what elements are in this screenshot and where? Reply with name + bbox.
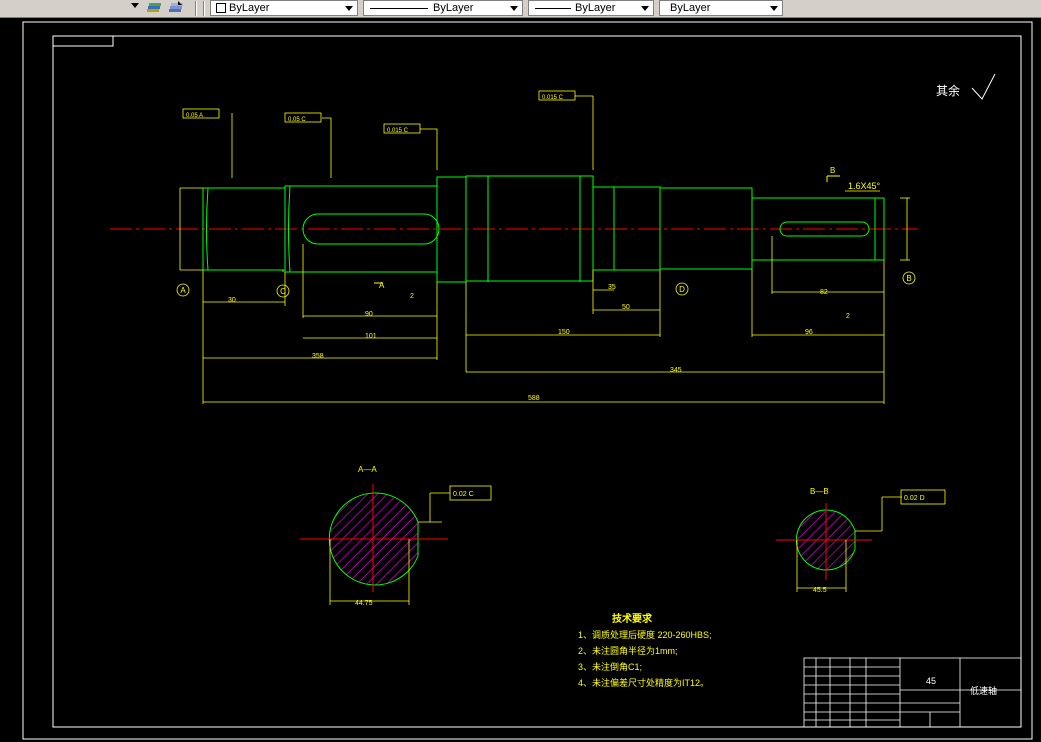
chevron-down-icon[interactable] [770, 6, 778, 11]
dim-text: 345 [670, 367, 682, 374]
toolbar-separator [203, 1, 205, 16]
datum-label: C [280, 287, 286, 296]
chevron-down-icon[interactable] [641, 6, 649, 11]
sheet-border [22, 21, 1033, 740]
dim-text: 588 [528, 395, 540, 402]
tech-req-item: 1、调质处理后硬度 220-260HBS; [578, 629, 712, 640]
datum-label: A [180, 286, 186, 295]
tech-req-item: 3、未注倒角C1; [578, 661, 642, 672]
dim-text: 2 [410, 293, 414, 300]
color-swatch-icon [216, 3, 226, 13]
corner-tag-box [52, 35, 114, 47]
datum-markers [176, 271, 916, 298]
section-dim: 44.75 [355, 600, 373, 607]
chevron-down-icon[interactable] [345, 6, 353, 11]
dimension-texts: 30 2 90 101 358 35 50 150 345 96 82 2 58… [228, 284, 850, 402]
gdt-frame-text: 0.02 C [453, 491, 474, 498]
section-b-title: B—B [810, 487, 829, 496]
chevron-down-icon[interactable] [510, 6, 518, 11]
drawing-canvas[interactable]: 30 2 90 101 358 35 50 150 345 96 82 2 58… [0, 18, 1041, 742]
section-arrow-label: A [379, 281, 385, 290]
color-combo[interactable]: ByLayer [210, 0, 358, 16]
section-arrow-label: B [830, 166, 835, 175]
section-arrows: A B [379, 166, 835, 290]
plotstyle-combo-value: ByLayer [670, 2, 711, 14]
dim-text: 90 [365, 311, 373, 318]
dim-text: 50 [622, 304, 630, 311]
linetype-combo[interactable]: ByLayer [363, 0, 523, 16]
dim-text: 30 [228, 297, 236, 304]
drawing-frame [52, 35, 1022, 728]
gdt-frame-text: 0.015 C [387, 128, 409, 134]
gdt-frame-text: 0.02 D [904, 495, 925, 502]
plotstyle-combo[interactable]: ByLayer [659, 0, 783, 16]
tech-req-item: 2、未注圆角半径为1mm; [578, 645, 678, 656]
dim-text: 358 [312, 353, 324, 360]
properties-toolbar: ByLayer ByLayer ByLayer ByLayer [0, 0, 1041, 18]
dim-text: 101 [365, 333, 377, 340]
color-combo-value: ByLayer [229, 2, 270, 14]
chamfer-note: 1.6X45° [848, 181, 881, 191]
roughness-symbol-icon [971, 73, 996, 100]
lineweight-combo-value: ByLayer [575, 2, 616, 14]
dim-text: 82 [820, 289, 828, 296]
section-dim: 45.5 [813, 587, 827, 594]
gdt-frame-text: 0.05 C [288, 117, 306, 123]
dim-text: 150 [558, 329, 570, 336]
toolbar-separator [195, 1, 197, 16]
datum-label: B [906, 274, 911, 283]
datum-label: D [679, 285, 685, 294]
layer-state-icon[interactable] [146, 1, 162, 15]
layer-dropdown-arrow[interactable] [131, 3, 139, 8]
title-block-material: 45 [926, 676, 936, 686]
dim-text: 35 [608, 284, 616, 291]
dim-text: 2 [846, 313, 850, 320]
linetype-combo-value: ByLayer [433, 2, 474, 14]
section-a-title: A—A [358, 465, 377, 474]
lineweight-preview [535, 8, 571, 9]
dim-text: 96 [805, 329, 813, 336]
gdt-frames [182, 90, 576, 134]
linetype-preview [370, 8, 428, 9]
layer-previous-icon[interactable] [168, 1, 184, 15]
lineweight-combo[interactable]: ByLayer [528, 0, 654, 16]
tech-req-title: 技术要求 [612, 612, 653, 625]
surface-finish-note: 其余 [936, 83, 960, 98]
gdt-frame-text: 0.05 A [186, 113, 203, 119]
gdt-frame-text: 0.015 C [542, 95, 564, 101]
title-block-part-name: 低速轴 [970, 685, 997, 696]
dimension-lines [179, 95, 910, 404]
tech-req-item: 4、未注偏差尺寸处精度为IT12。 [578, 677, 709, 688]
